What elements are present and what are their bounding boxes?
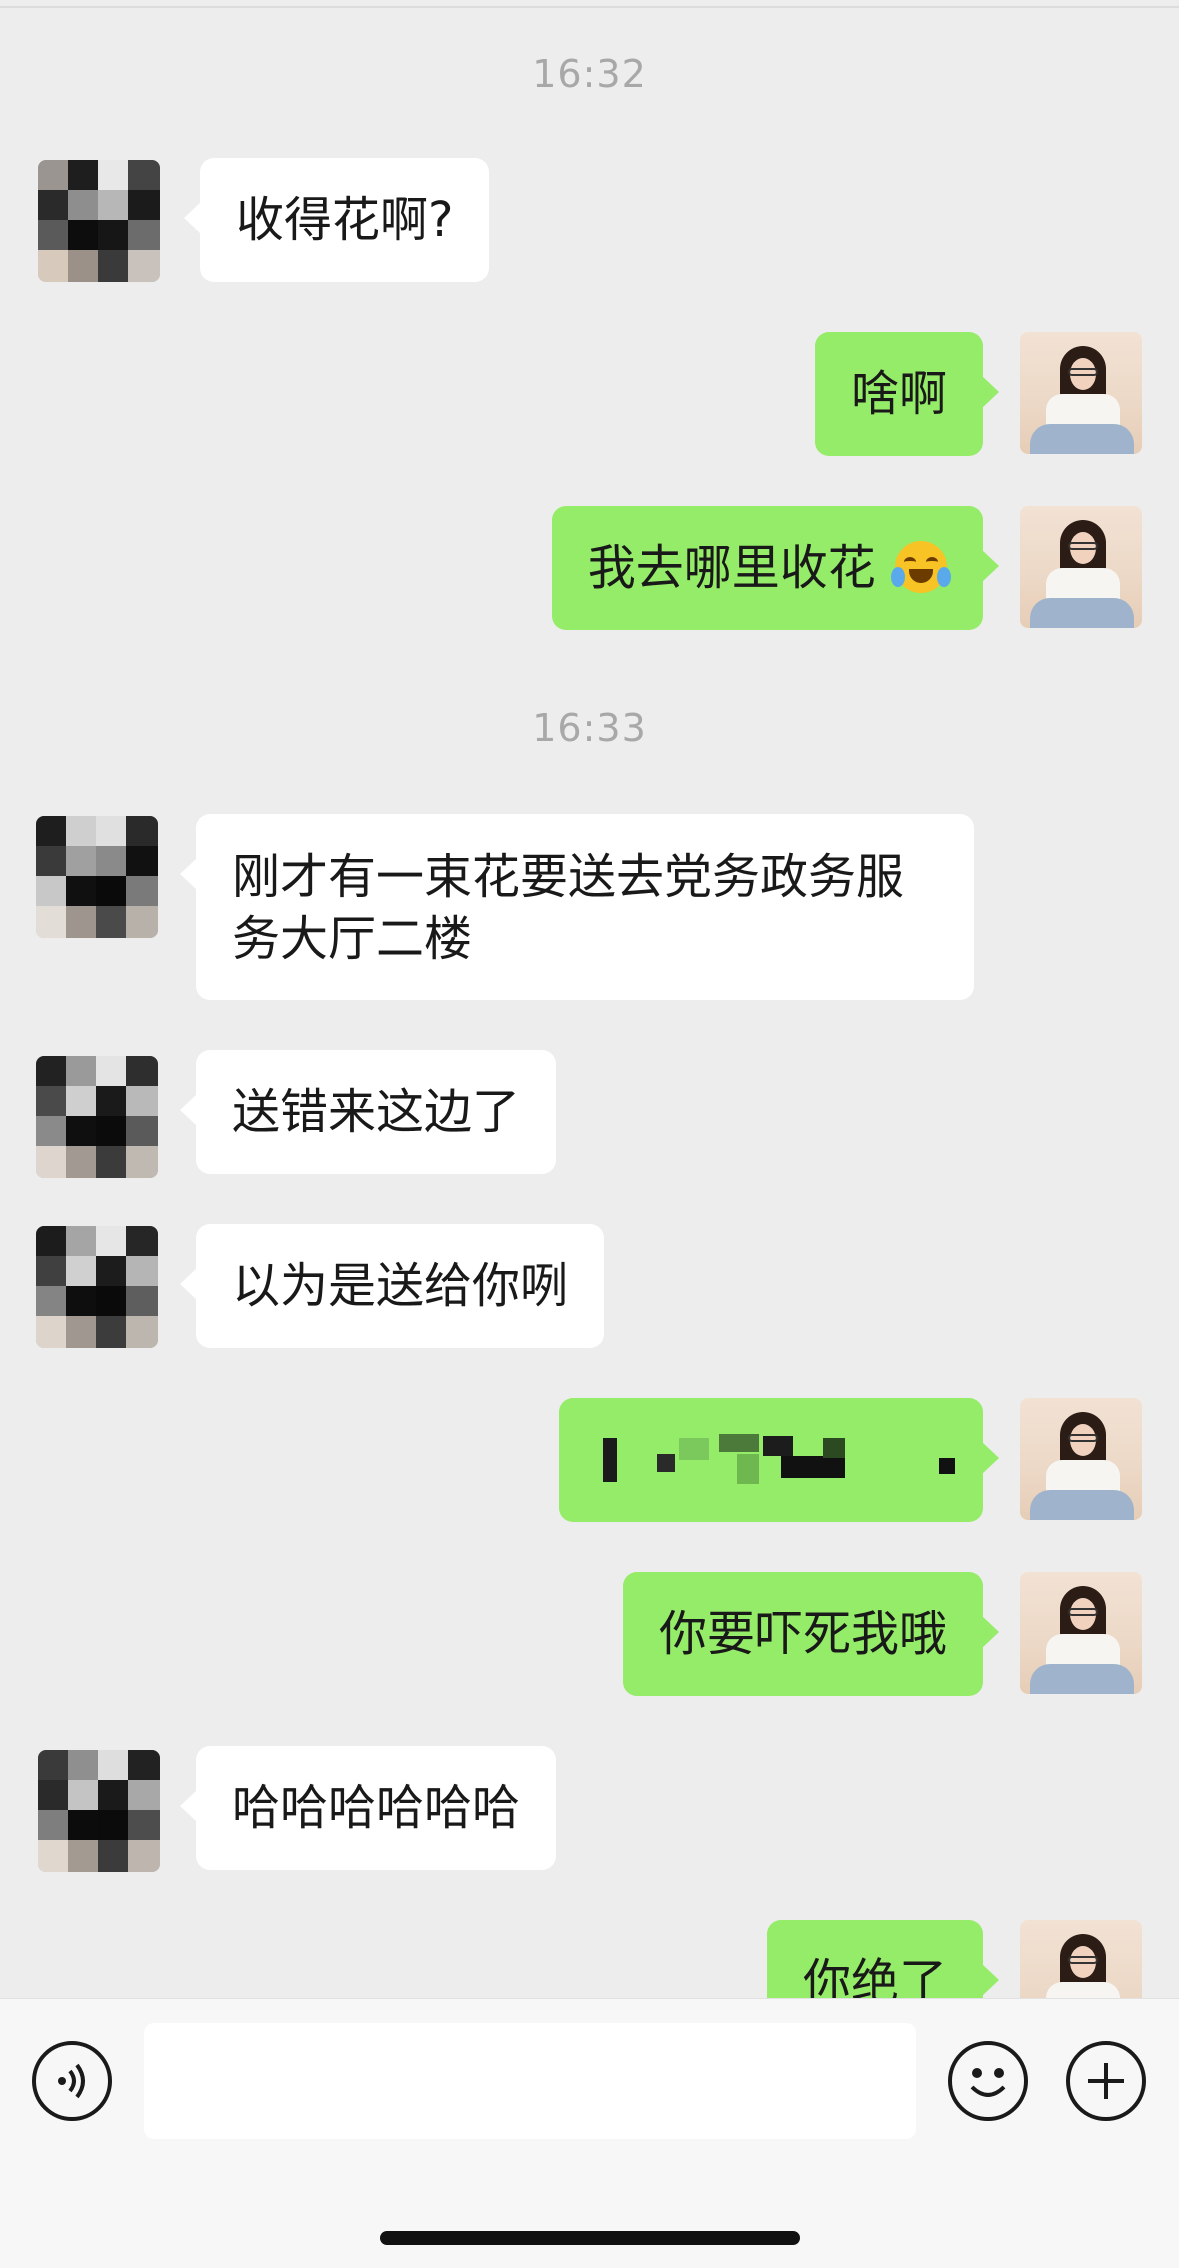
message-bubble-outgoing[interactable]: 你绝了 xyxy=(766,1920,1000,1998)
message-input[interactable] xyxy=(144,2023,916,2139)
chat-area[interactable]: 16:32 收得花啊? 啥啊 我去哪里收花 16:33 刚才有一束花要送去党务政… xyxy=(0,0,1179,1998)
message-text: 哈哈哈哈哈哈 xyxy=(232,1780,521,1836)
message-bubble-incoming[interactable]: 收得花啊? xyxy=(183,158,490,282)
message-text: 我去哪里收花 xyxy=(587,540,876,596)
pixelated-content xyxy=(559,1398,983,1522)
message-text: 送错来这边了 xyxy=(232,1084,521,1140)
top-divider xyxy=(0,6,1179,8)
message-bubble-outgoing[interactable]: 你要吓死我哦 xyxy=(622,1572,1000,1696)
self-avatar[interactable] xyxy=(1020,506,1142,628)
message-text: 你要吓死我哦 xyxy=(658,1606,947,1662)
message-bubble-incoming[interactable]: 以为是送给你咧 xyxy=(179,1224,605,1348)
message-bubble-incoming[interactable]: 送错来这边了 xyxy=(179,1050,557,1174)
message-text: 刚才有一束花要送去党务政务服务大厅二楼 xyxy=(232,849,905,967)
self-avatar[interactable] xyxy=(1020,1920,1142,1998)
message-text: 你绝了 xyxy=(802,1954,947,1998)
contact-avatar[interactable] xyxy=(36,816,158,938)
crying-laughing-emoji-icon xyxy=(891,541,951,593)
timestamp: 16:33 xyxy=(532,706,647,750)
timestamp: 16:32 xyxy=(532,52,647,96)
input-toolbar xyxy=(0,1998,1179,2268)
plus-icon[interactable] xyxy=(1066,2041,1146,2121)
message-bubble-outgoing[interactable]: 啥啊 xyxy=(814,332,1000,456)
contact-avatar[interactable] xyxy=(38,1750,160,1872)
message-bubble-outgoing[interactable]: 我去哪里收花 xyxy=(551,506,1000,630)
self-avatar[interactable] xyxy=(1020,332,1142,454)
message-text: 啥啊 xyxy=(850,366,947,422)
message-bubble-incoming[interactable]: 哈哈哈哈哈哈 xyxy=(179,1746,557,1870)
home-indicator[interactable] xyxy=(380,2231,800,2245)
self-avatar[interactable] xyxy=(1020,1398,1142,1520)
message-bubble-outgoing-redacted[interactable] xyxy=(559,1398,999,1522)
message-text: 收得花啊? xyxy=(236,192,454,248)
contact-avatar[interactable] xyxy=(36,1226,158,1348)
contact-avatar[interactable] xyxy=(38,160,160,282)
emoji-icon[interactable] xyxy=(948,2041,1028,2121)
message-bubble-incoming[interactable]: 刚才有一束花要送去党务政务服务大厅二楼 xyxy=(180,814,974,1000)
message-text: 以为是送给你咧 xyxy=(232,1258,569,1314)
voice-icon[interactable] xyxy=(32,2041,112,2121)
contact-avatar[interactable] xyxy=(36,1056,158,1178)
self-avatar[interactable] xyxy=(1020,1572,1142,1694)
